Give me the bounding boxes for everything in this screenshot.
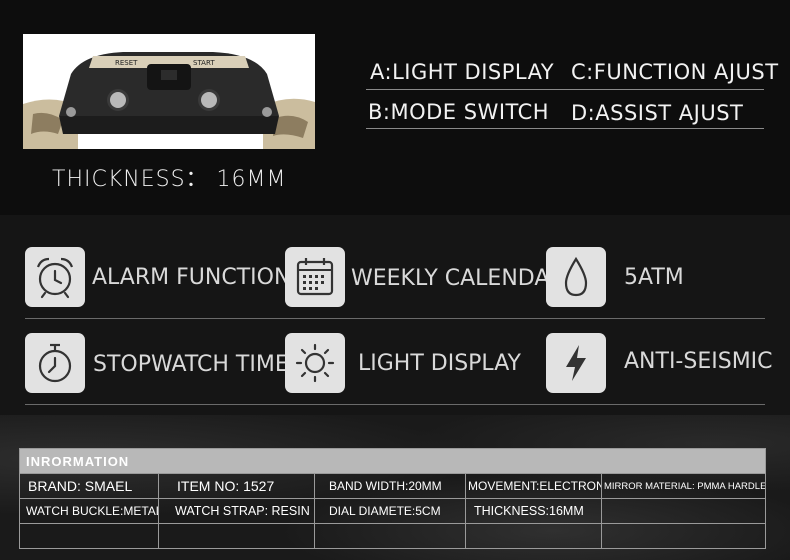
table-cell: THICKNESS:16MM xyxy=(465,498,602,524)
table-cell: MIRROR MATERIAL: PMMA HARDLEX xyxy=(600,473,767,499)
thickness-caption: THICKNESS： 16MM xyxy=(52,167,287,192)
sun-icon xyxy=(285,333,345,393)
watch-side-photo: RESET START xyxy=(23,34,315,149)
function-b-label: B:MODE SWITCH xyxy=(368,100,550,124)
feature-stopwatch-label: STOPWATCH TIME xyxy=(93,352,289,377)
start-label: START xyxy=(193,59,215,67)
feature-seismic-label: ANTI-SEISMIC xyxy=(624,349,773,374)
table-cell: BRAND: SMAEL xyxy=(19,473,159,499)
table-cell: MOVEMENT:ELECTRONIC xyxy=(465,473,602,499)
calendar-icon xyxy=(285,247,345,307)
table-cell xyxy=(158,523,315,549)
table-row xyxy=(19,523,767,549)
watch-illustration: RESET START xyxy=(23,34,315,149)
function-divider-1 xyxy=(366,89,764,90)
reset-label: RESET xyxy=(115,59,138,67)
function-c-label: C:FUNCTION AJUST xyxy=(571,60,779,84)
table-cell: BAND WIDTH:20MM xyxy=(314,473,466,499)
feature-calendar-label: WEEKLY CALENDAR xyxy=(351,266,565,291)
info-header-row: INRORMATION xyxy=(18,448,767,474)
lightning-bolt-icon xyxy=(546,333,606,393)
info-header: INRORMATION xyxy=(18,448,767,474)
function-d-label: D:ASSIST AJUST xyxy=(571,101,744,125)
table-cell xyxy=(465,523,602,549)
alarm-clock-icon xyxy=(25,247,85,307)
top-section: RESET START THICKNESS： 16MM A:LIGHT DISP… xyxy=(0,0,790,215)
info-table: INRORMATION BRAND: SMAEL ITEM NO: 1527 B… xyxy=(18,448,767,549)
feature-light-label: LIGHT DISPLAY xyxy=(358,351,521,376)
table-cell: WATCH BUCKLE:METAL xyxy=(19,498,159,524)
feature-row-divider-2 xyxy=(25,404,765,405)
feature-water-label: 5ATM xyxy=(624,265,684,290)
table-cell xyxy=(600,523,767,549)
feature-alarm-label: ALARM FUNCTION xyxy=(92,265,291,290)
stopwatch-icon xyxy=(25,333,85,393)
features-section xyxy=(0,215,790,415)
water-drop-icon xyxy=(546,247,606,307)
function-divider-2 xyxy=(366,128,764,129)
table-row: WATCH BUCKLE:METAL WATCH STRAP: RESIN DI… xyxy=(19,498,767,524)
table-cell xyxy=(19,523,159,549)
table-cell: ITEM NO: 1527 xyxy=(158,473,315,499)
table-cell xyxy=(314,523,466,549)
table-cell xyxy=(600,498,767,524)
function-a-label: A:LIGHT DISPLAY xyxy=(370,60,555,84)
table-cell: WATCH STRAP: RESIN xyxy=(158,498,315,524)
table-cell: DIAL DIAMETE:5CM xyxy=(314,498,466,524)
feature-row-divider-1 xyxy=(25,318,765,319)
table-row: BRAND: SMAEL ITEM NO: 1527 BAND WIDTH:20… xyxy=(19,473,767,499)
